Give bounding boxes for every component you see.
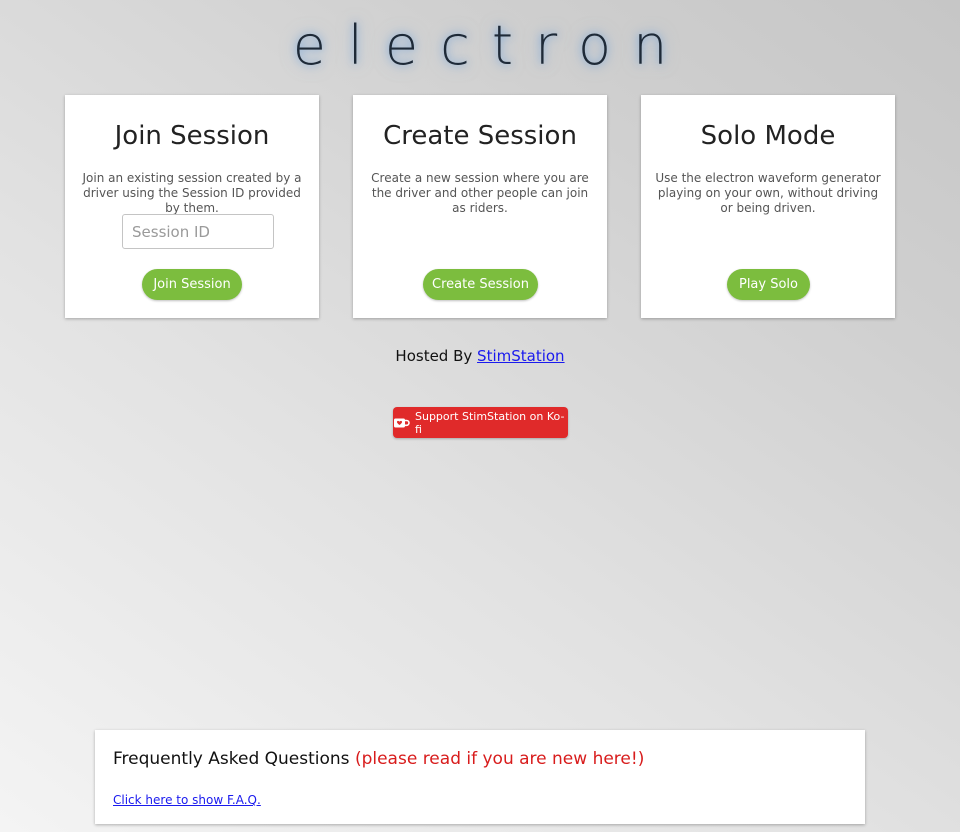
create-session-description: Create a new session where you are the d… bbox=[371, 171, 589, 215]
join-session-title: Join Session bbox=[114, 121, 270, 151]
kofi-support-button[interactable]: Support StimStation on Ko-fi bbox=[393, 407, 568, 438]
create-session-title: Create Session bbox=[383, 121, 577, 151]
session-id-input[interactable] bbox=[122, 214, 274, 249]
faq-section: Frequently Asked Questions (please read … bbox=[95, 730, 865, 824]
join-session-description: Join an existing session created by a dr… bbox=[82, 171, 302, 215]
solo-mode-card: Solo Mode Use the electron waveform gene… bbox=[641, 95, 895, 318]
faq-title: Frequently Asked Questions bbox=[113, 749, 350, 769]
app-logo: electron bbox=[292, 14, 690, 77]
create-session-button[interactable]: Create Session bbox=[423, 269, 538, 300]
create-session-card: Create Session Create a new session wher… bbox=[353, 95, 607, 318]
join-session-card: Join Session Join an existing session cr… bbox=[65, 95, 319, 318]
join-session-button[interactable]: Join Session bbox=[142, 269, 242, 300]
faq-heading: Frequently Asked Questions (please read … bbox=[113, 749, 644, 769]
faq-note: (please read if you are new here!) bbox=[354, 749, 645, 769]
hosted-by: Hosted By StimStation bbox=[0, 347, 960, 365]
solo-mode-description: Use the electron waveform generator play… bbox=[655, 171, 881, 215]
kofi-label: Support StimStation on Ko-fi bbox=[415, 409, 565, 436]
hosted-by-label: Hosted By bbox=[395, 347, 473, 365]
solo-mode-title: Solo Mode bbox=[700, 121, 836, 151]
stimstation-link[interactable]: StimStation bbox=[477, 347, 565, 365]
show-faq-link[interactable]: Click here to show F.A.Q. bbox=[113, 793, 261, 807]
coffee-cup-icon bbox=[393, 417, 410, 429]
play-solo-button[interactable]: Play Solo bbox=[727, 269, 810, 300]
